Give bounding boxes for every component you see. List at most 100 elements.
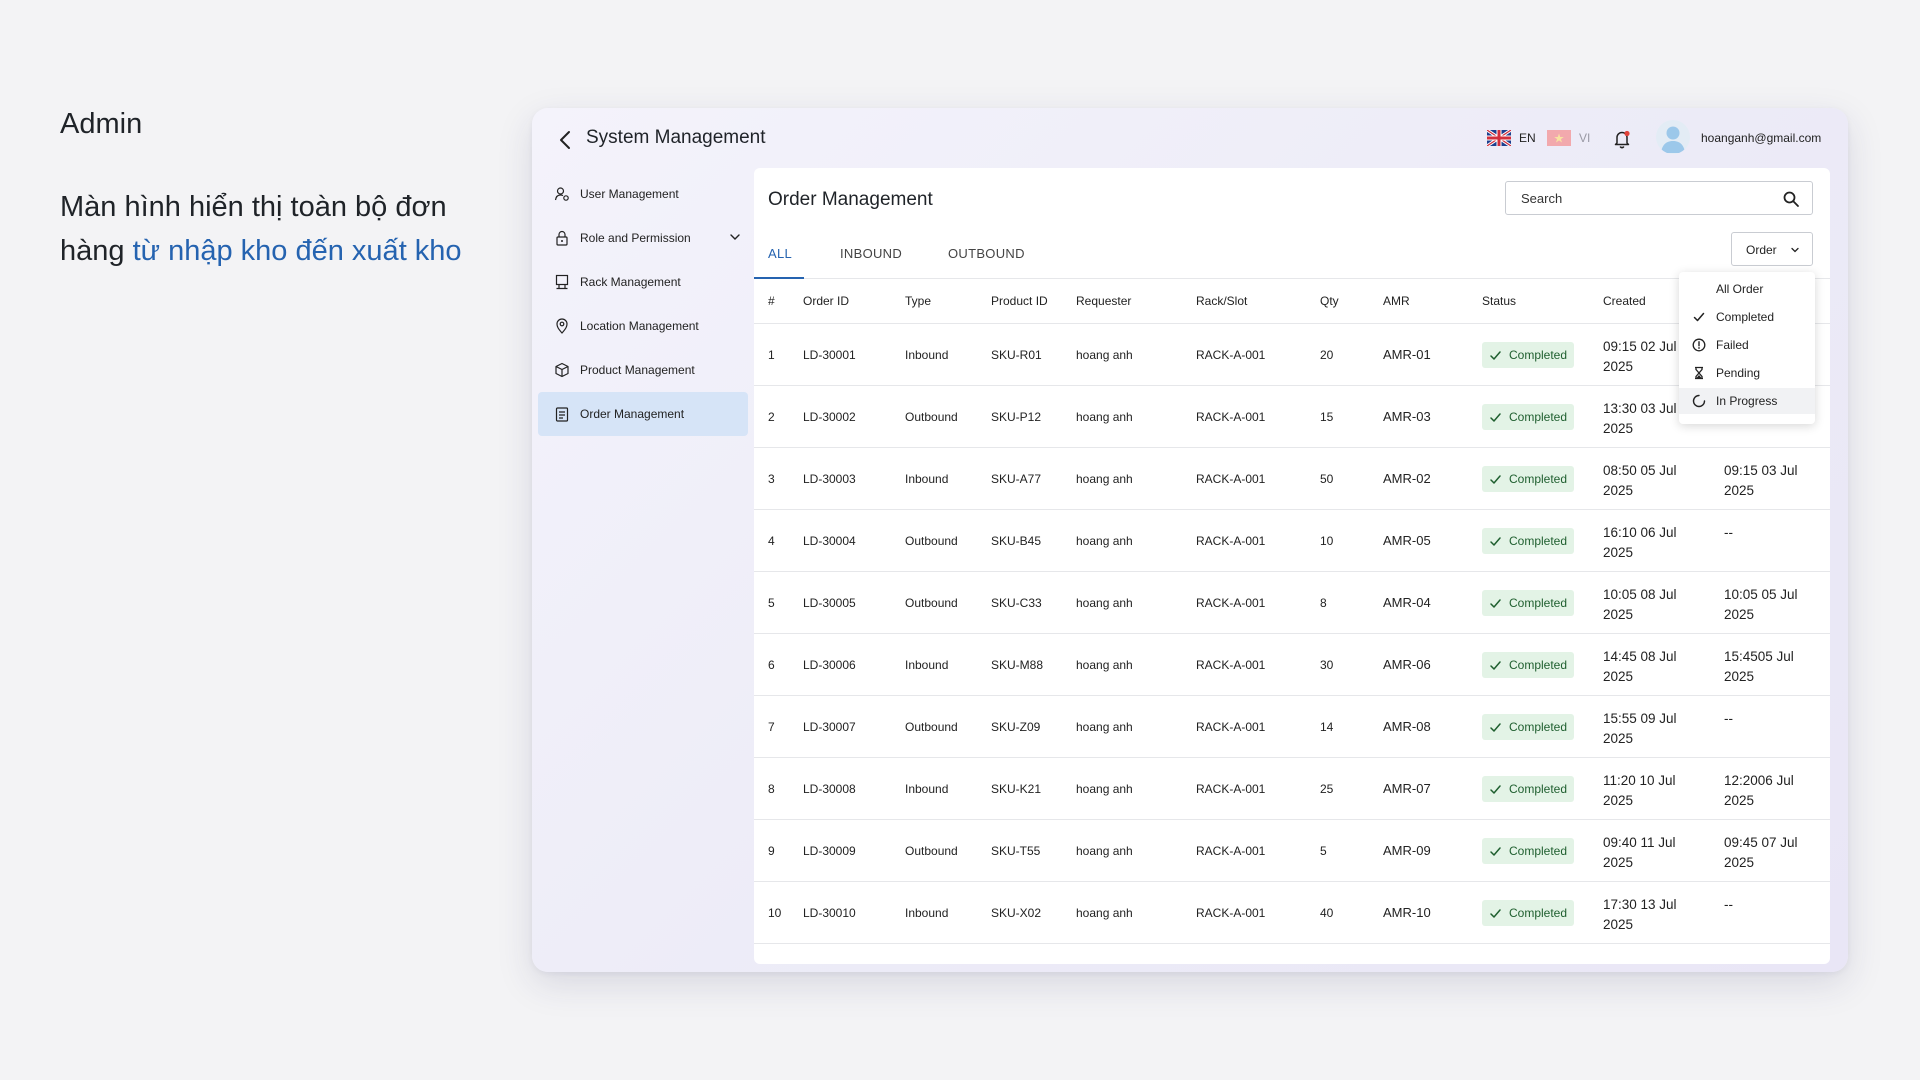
cell-type: Outbound [905, 844, 958, 858]
cell-created: 11:20 10 Jul 2025 [1603, 771, 1693, 811]
app-title: System Management [586, 127, 766, 148]
completed-datetime: 15:4505 Jul [1724, 649, 1794, 664]
cell-product-id: SKU-T55 [991, 844, 1041, 858]
column-header[interactable]: Rack/Slot [1196, 294, 1247, 308]
menu-item-completed[interactable]: Completed [1679, 304, 1815, 330]
column-header[interactable]: # [768, 294, 775, 308]
user-email[interactable]: hoanganh@gmail.com [1701, 131, 1821, 145]
table-body: 1 LD-30001 Inbound SKU-R01 hoang anh RACK-A-0… [754, 324, 1830, 944]
back-arrow-icon[interactable] [554, 128, 578, 152]
cell-amr: AMR-07 [1383, 781, 1431, 796]
menu-item-failed[interactable]: Failed [1679, 332, 1815, 358]
table-row[interactable]: 10 LD-30010 Inbound SKU-X02 hoang anh RACK-A-… [754, 882, 1830, 944]
cell-product-id: SKU-Z09 [991, 720, 1041, 734]
search-input[interactable] [1521, 182, 1771, 214]
sidebar-item-label: Location Management [580, 319, 699, 333]
cell-completed-at: 10:05 05 Jul 2025 [1724, 585, 1814, 625]
table-row[interactable]: 3 LD-30003 Inbound SKU-A77 hoang anh RACK-A-0… [754, 448, 1830, 510]
completed-year: 2025 [1724, 669, 1755, 684]
sidebar-item-role-permission[interactable]: Role and Permission [538, 216, 748, 260]
table-row[interactable]: 8 LD-30008 Inbound SKU-K21 hoang anh RACK-A-0… [754, 758, 1830, 820]
created-year: 2025 [1603, 669, 1634, 684]
table-row[interactable]: 6 LD-30006 Inbound SKU-M88 hoang anh RACK-A-0… [754, 634, 1830, 696]
lang-vi-button[interactable]: VI [1547, 130, 1590, 146]
cell-product-id: SKU-X02 [991, 906, 1042, 920]
sidebar-item-user-management[interactable]: User Management [538, 172, 748, 216]
sidebar-item-order-management[interactable]: Order Management [538, 392, 748, 436]
cell-rack-slot: RACK-A-001 [1196, 782, 1266, 796]
lang-en-button[interactable]: EN [1487, 130, 1536, 146]
cell-qty: 8 [1320, 596, 1327, 610]
cell-rack-slot: RACK-A-001 [1196, 844, 1266, 858]
tab-inbound[interactable]: INBOUND [840, 246, 902, 261]
cell-order-id: LD-30006 [803, 658, 856, 672]
user-avatar[interactable] [1656, 120, 1690, 154]
vn-flag-icon [1547, 130, 1571, 146]
box-icon [555, 362, 569, 378]
cell-requester: hoang anh [1076, 534, 1133, 548]
status-label: Completed [1509, 658, 1568, 672]
order-filter-dropdown[interactable]: Order [1731, 232, 1813, 266]
cell-requester: hoang anh [1076, 348, 1133, 362]
cell-amr: AMR-05 [1383, 533, 1431, 548]
menu-item-in-progress[interactable]: In Progress [1679, 388, 1815, 414]
completed-datetime: -- [1724, 711, 1733, 726]
completed-datetime: -- [1724, 897, 1733, 912]
check-icon [1490, 660, 1501, 670]
completed-year: 2025 [1724, 607, 1755, 622]
column-header[interactable]: AMR [1383, 294, 1410, 308]
column-header[interactable]: Qty [1320, 294, 1339, 308]
cell-qty: 50 [1320, 472, 1334, 486]
sidebar-item-location-management[interactable]: Location Management [538, 304, 748, 348]
column-header[interactable]: Order ID [803, 294, 849, 308]
cell-created: 17:30 13 Jul 2025 [1603, 895, 1693, 935]
column-header[interactable]: Created [1603, 294, 1646, 308]
cell-rack-slot: RACK-A-001 [1196, 348, 1266, 362]
created-year: 2025 [1603, 855, 1634, 870]
spinner-icon [1692, 394, 1706, 408]
created-datetime: 16:10 06 Jul [1603, 525, 1677, 540]
cell-completed-at: 12:2006 Jul 2025 [1724, 771, 1814, 811]
completed-datetime: 10:05 05 Jul [1724, 587, 1798, 602]
column-header[interactable]: Product ID [991, 294, 1048, 308]
menu-item-all-order[interactable]: All Order [1679, 276, 1815, 302]
cell-rack-slot: RACK-A-001 [1196, 658, 1266, 672]
search-icon[interactable] [1782, 190, 1800, 208]
table-row[interactable]: 5 LD-30005 Outbound SKU-C33 hoang anh RACK-A-… [754, 572, 1830, 634]
table-row[interactable]: 9 LD-30009 Outbound SKU-T55 hoang anh RACK-A-… [754, 820, 1830, 882]
sidebar-item-product-management[interactable]: Product Management [538, 348, 748, 392]
orders-table: # Order ID Type Product ID Requester Rac… [754, 278, 1830, 944]
menu-item-label: Completed [1716, 310, 1775, 324]
lang-vi-label: VI [1579, 131, 1591, 145]
sidebar-item-rack-management[interactable]: Rack Management [538, 260, 748, 304]
table-row[interactable]: 1 LD-30001 Inbound SKU-R01 hoang anh RACK-A-0… [754, 324, 1830, 386]
notification-bell-icon[interactable] [1609, 126, 1635, 152]
check-icon [1490, 598, 1501, 608]
search-box[interactable] [1505, 181, 1813, 215]
created-year: 2025 [1603, 917, 1634, 932]
chevron-down-icon[interactable] [728, 230, 742, 244]
created-datetime: 17:30 13 Jul [1603, 897, 1677, 912]
created-datetime: 14:45 08 Jul [1603, 649, 1677, 664]
table-row[interactable]: 2 LD-30002 Outbound SKU-P12 hoang anh RACK-A-… [754, 386, 1830, 448]
column-header[interactable]: Type [905, 294, 931, 308]
menu-item-label: In Progress [1716, 394, 1778, 408]
cell-qty: 5 [1320, 844, 1327, 858]
status-label: Completed [1509, 534, 1568, 548]
intro-desc-highlight: từ nhập kho đến xuất kho [132, 235, 462, 267]
cell-created: 08:50 05 Jul 2025 [1603, 461, 1693, 501]
created-year: 2025 [1603, 793, 1634, 808]
tab-all[interactable]: ALL [754, 246, 804, 279]
column-header[interactable]: Status [1482, 294, 1516, 308]
tab-outbound[interactable]: OUTBOUND [948, 246, 1025, 261]
column-header[interactable]: Requester [1076, 294, 1131, 308]
cell-product-id: SKU-C33 [991, 596, 1042, 610]
completed-datetime: -- [1724, 525, 1733, 540]
completed-year: 2025 [1724, 483, 1755, 498]
cell-order-id: LD-30004 [803, 534, 856, 548]
menu-item-pending[interactable]: Pending [1679, 360, 1815, 386]
cell-created: 14:45 08 Jul 2025 [1603, 647, 1693, 687]
cell-type: Inbound [905, 658, 949, 672]
table-row[interactable]: 4 LD-30004 Outbound SKU-B45 hoang anh RACK-A-… [754, 510, 1830, 572]
table-row[interactable]: 7 LD-30007 Outbound SKU-Z09 hoang anh RACK-A-… [754, 696, 1830, 758]
